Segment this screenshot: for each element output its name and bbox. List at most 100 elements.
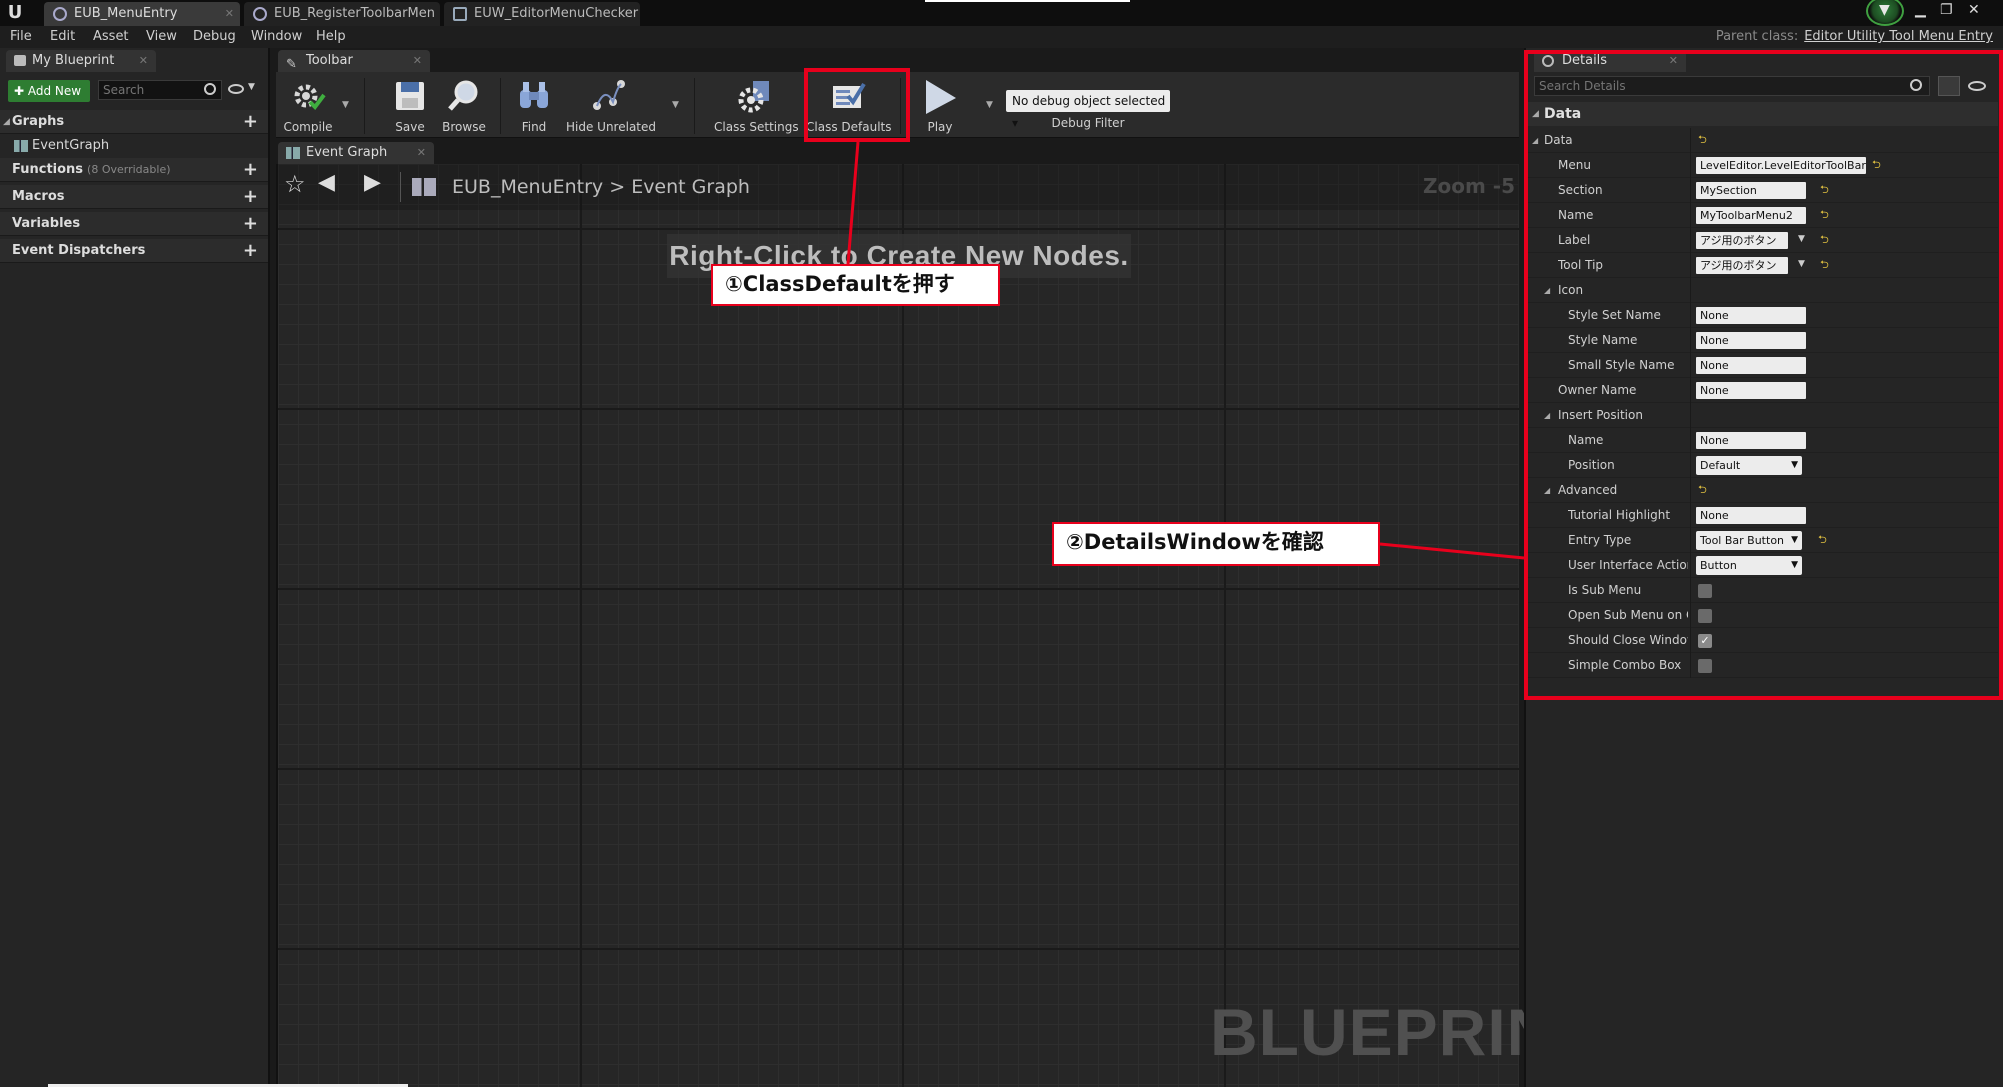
overridable-count: (8 Overridable) bbox=[87, 163, 171, 176]
my-blueprint-panel: My Blueprint ✕ ✚ Add New ▾ ▼ ◢ Graphs + … bbox=[0, 48, 270, 1087]
minimize-icon[interactable]: ▁ bbox=[1915, 2, 1926, 18]
class-settings-label: Class Settings bbox=[714, 120, 799, 134]
hide-unrelated-button[interactable]: Hide Unrelated bbox=[566, 76, 656, 136]
tab-event-graph[interactable]: Event Graph ✕ bbox=[278, 142, 434, 164]
compile-gear-icon bbox=[294, 84, 326, 111]
close-icon[interactable]: ✕ bbox=[139, 50, 148, 72]
chevron-down-icon: ▼ bbox=[1879, 2, 1890, 18]
parent-class-link[interactable]: Editor Utility Tool Menu Entry bbox=[1804, 29, 1993, 44]
breadcrumb-root[interactable]: EUB_MenuEntry bbox=[452, 176, 603, 198]
add-variable-icon[interactable]: + bbox=[243, 212, 258, 236]
hide-unrelated-icon bbox=[593, 80, 625, 110]
menu-file[interactable]: File bbox=[10, 29, 32, 44]
menu-edit[interactable]: Edit bbox=[50, 29, 75, 44]
top-highlight-strip bbox=[925, 0, 1130, 2]
compile-button[interactable]: Compile bbox=[280, 76, 336, 136]
browse-label: Browse bbox=[442, 120, 486, 134]
callout-class-defaults: ①ClassDefaultを押す bbox=[711, 264, 1000, 306]
chevron-down-icon[interactable]: ▼ bbox=[342, 100, 349, 110]
browse-button[interactable]: Browse bbox=[438, 76, 490, 136]
binoculars-icon bbox=[520, 82, 548, 108]
tab-label: EUB_MenuEntry bbox=[74, 6, 178, 21]
menu-view[interactable]: View bbox=[146, 29, 177, 44]
widget-icon bbox=[453, 7, 467, 21]
play-label: Play bbox=[927, 120, 953, 134]
menu-asset[interactable]: Asset bbox=[93, 29, 129, 44]
details-highlight-box bbox=[1524, 50, 2003, 700]
play-button[interactable]: Play bbox=[914, 76, 966, 136]
compile-label: Compile bbox=[283, 120, 333, 134]
close-icon[interactable]: ✕ bbox=[413, 50, 422, 72]
find-label: Find bbox=[521, 120, 547, 134]
add-dispatcher-icon[interactable]: + bbox=[243, 239, 258, 263]
toolbar-divider bbox=[500, 78, 501, 134]
chevron-down-icon[interactable]: ▼ bbox=[672, 100, 679, 110]
section-label: Macros bbox=[12, 189, 65, 204]
tab-euw-editormenuchecker[interactable]: EUW_EditorMenuChecker bbox=[444, 2, 640, 26]
add-function-icon[interactable]: + bbox=[243, 158, 258, 182]
section-event-dispatchers[interactable]: Event Dispatchers + bbox=[0, 239, 268, 263]
list-item-label: EventGraph bbox=[32, 138, 110, 153]
search-icon bbox=[204, 83, 216, 95]
debug-filter-label: Debug Filter bbox=[1051, 116, 1125, 130]
section-graphs[interactable]: ◢ Graphs + bbox=[0, 110, 268, 134]
menu-window[interactable]: Window bbox=[251, 29, 302, 44]
menu-debug[interactable]: Debug bbox=[193, 29, 236, 44]
close-window-icon[interactable]: ✕ bbox=[1968, 2, 1980, 18]
section-variables[interactable]: Variables + bbox=[0, 212, 268, 236]
event-graph-icon bbox=[14, 140, 28, 152]
play-icon bbox=[926, 80, 956, 114]
tab-label: EUB_RegisterToolbarMen bbox=[274, 6, 435, 21]
section-macros[interactable]: Macros + bbox=[0, 185, 268, 209]
chevron-down-icon[interactable]: ▼ bbox=[986, 100, 993, 110]
tab-label: Toolbar bbox=[306, 53, 353, 68]
tab-eub-menuentry[interactable]: EUB_MenuEntry ✕ bbox=[44, 2, 240, 26]
tab-label: EUW_EditorMenuChecker bbox=[474, 6, 639, 21]
add-graph-icon[interactable]: + bbox=[243, 110, 258, 134]
menu-help[interactable]: Help bbox=[316, 29, 346, 44]
eye-icon[interactable] bbox=[228, 84, 244, 94]
graph-breadcrumb-bar: ☆ ◀ ▶ EUB_MenuEntry > Event Graph Zoom -… bbox=[276, 164, 1519, 210]
class-settings-gear-icon bbox=[738, 81, 769, 113]
class-settings-button[interactable]: Class Settings bbox=[714, 76, 799, 136]
save-label: Save bbox=[395, 120, 425, 134]
parent-class: Parent class: Editor Utility Tool Menu En… bbox=[1716, 29, 1993, 44]
title-bar: U EUB_MenuEntry ✕ EUB_RegisterToolbarMen… bbox=[0, 0, 2003, 26]
debug-object-select[interactable]: No debug object selected ▾ bbox=[1006, 90, 1170, 130]
close-icon[interactable]: ✕ bbox=[417, 142, 426, 164]
find-button[interactable]: Find bbox=[512, 76, 556, 136]
section-label: Variables bbox=[12, 216, 81, 231]
tab-label: Event Graph bbox=[306, 145, 388, 160]
close-icon[interactable]: ✕ bbox=[225, 2, 234, 26]
breadcrumb-separator: > bbox=[609, 176, 626, 198]
restore-icon[interactable]: ❐ bbox=[1940, 2, 1953, 18]
toolbar-divider bbox=[694, 78, 695, 134]
magnifier-icon bbox=[448, 80, 478, 111]
zoom-level: Zoom -5 bbox=[1422, 174, 1515, 198]
section-functions[interactable]: Functions (8 Overridable) + bbox=[0, 158, 268, 182]
blueprint-circle-icon bbox=[53, 7, 67, 21]
collapse-arrow-icon[interactable]: ◢ bbox=[3, 110, 10, 134]
divider bbox=[400, 172, 401, 202]
save-disk-icon bbox=[396, 82, 424, 110]
callout-details-window: ②DetailsWindowを確認 bbox=[1052, 522, 1380, 566]
source-control-badge[interactable]: ▼ bbox=[1866, 0, 1904, 26]
back-arrow-icon[interactable]: ◀ bbox=[318, 170, 335, 195]
chevron-down-icon[interactable]: ▼ bbox=[248, 82, 255, 92]
star-icon[interactable]: ☆ bbox=[284, 170, 306, 198]
add-macro-icon[interactable]: + bbox=[243, 185, 258, 209]
forward-arrow-icon[interactable]: ▶ bbox=[364, 170, 381, 195]
parent-class-prefix: Parent class: bbox=[1715, 29, 1799, 44]
save-button[interactable]: Save bbox=[388, 76, 432, 136]
tab-toolbar[interactable]: ✎ Toolbar ✕ bbox=[278, 50, 430, 72]
tab-eub-registertoolbarmen[interactable]: EUB_RegisterToolbarMen bbox=[244, 2, 440, 26]
tab-my-blueprint[interactable]: My Blueprint ✕ bbox=[6, 50, 156, 72]
add-new-button[interactable]: ✚ Add New ▾ bbox=[8, 80, 90, 120]
menu-bar: File Edit Asset View Debug Window Help P… bbox=[0, 26, 2003, 48]
breadcrumb-leaf[interactable]: Event Graph bbox=[631, 176, 750, 198]
section-label: Functions bbox=[12, 162, 84, 177]
list-item-eventgraph[interactable]: EventGraph bbox=[14, 136, 109, 156]
toolbar-divider bbox=[364, 78, 365, 134]
class-defaults-highlight-box bbox=[804, 68, 910, 142]
blueprint-circle-icon bbox=[253, 7, 267, 21]
